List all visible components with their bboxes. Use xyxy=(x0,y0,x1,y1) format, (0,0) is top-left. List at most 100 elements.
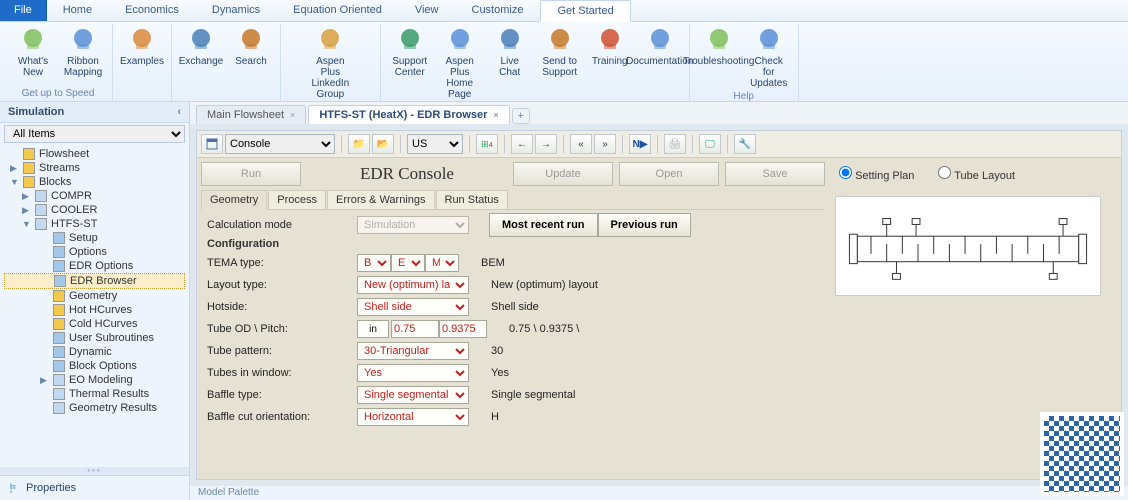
doctab-main-flowsheet[interactable]: Main Flowsheet× xyxy=(196,105,306,124)
cfg-dropdown[interactable]: 30-Triangular xyxy=(357,342,469,360)
calc-mode-label: Calculation mode xyxy=(207,219,357,231)
toolbar-wrench-icon[interactable]: 🔧 xyxy=(734,134,756,154)
ribbon-search[interactable]: Search xyxy=(228,24,274,69)
document-tabs: Main Flowsheet×HTFS-ST (HeatX) - EDR Bro… xyxy=(190,102,1128,124)
sidebar-splitter[interactable]: ••• xyxy=(0,467,189,475)
menu-tab-customize[interactable]: Customize xyxy=(456,0,541,21)
tema-e[interactable]: E ▾ xyxy=(391,254,425,272)
subtab-geometry[interactable]: Geometry xyxy=(201,190,267,210)
cfg-dropdown[interactable]: Shell side xyxy=(357,298,469,316)
tree-blocks[interactable]: ▼Blocks xyxy=(4,175,185,189)
cfg-dropdown[interactable]: Horizontal xyxy=(357,408,469,426)
tree-options[interactable]: Options xyxy=(4,245,185,259)
most-recent-run-button[interactable]: Most recent run xyxy=(489,213,598,237)
add-tab-button[interactable]: + xyxy=(512,108,530,124)
ribbon-what-s-new[interactable]: What's New xyxy=(10,24,56,80)
close-icon[interactable]: × xyxy=(290,110,295,120)
sidebar-filter-dropdown[interactable]: All Items xyxy=(4,125,185,143)
toolbar-first-icon[interactable]: « xyxy=(570,134,592,154)
cfg-dropdown[interactable]: Yes xyxy=(357,364,469,382)
ribbon-send-to-support[interactable]: Send to Support xyxy=(537,24,583,102)
tree-compr[interactable]: ▶COMPR xyxy=(4,189,185,203)
tree-htfs-st[interactable]: ▼HTFS-ST xyxy=(4,217,185,231)
ribbon-troubleshooting[interactable]: Troubleshooting xyxy=(696,24,742,91)
tema-b[interactable]: B ▾ xyxy=(357,254,391,272)
tube-pitch-input[interactable] xyxy=(439,320,487,338)
tree-edr-options[interactable]: EDR Options xyxy=(4,259,185,273)
update-button[interactable]: Update xyxy=(513,162,613,186)
subtab-errors-warnings[interactable]: Errors & Warnings xyxy=(327,190,434,209)
toolbar-back-icon[interactable]: ← xyxy=(511,134,533,154)
menu-tab-dynamics[interactable]: Dynamics xyxy=(196,0,277,21)
row-label: Tube pattern: xyxy=(207,345,357,357)
toolbar-grid-icon[interactable] xyxy=(201,134,223,154)
tree-hot-hcurves[interactable]: Hot HCurves xyxy=(4,303,185,317)
menu-tab-get-started[interactable]: Get Started xyxy=(540,0,630,22)
tree-dynamic[interactable]: Dynamic xyxy=(4,345,185,359)
simulation-sidebar: Simulation ‹ All Items Flowsheet▶Streams… xyxy=(0,102,190,500)
tree-block-options[interactable]: Block Options xyxy=(4,359,185,373)
save-button[interactable]: Save xyxy=(725,162,825,186)
tree-setup[interactable]: Setup xyxy=(4,231,185,245)
tema-m[interactable]: M ▾ xyxy=(425,254,459,272)
cfg-dropdown[interactable]: Single segmental xyxy=(357,386,469,404)
row-result: BEM xyxy=(481,257,505,269)
tree-geometry[interactable]: Geometry xyxy=(4,289,185,303)
menu-tab-home[interactable]: Home xyxy=(47,0,109,21)
run-button[interactable]: Run xyxy=(201,162,301,186)
ribbon-examples[interactable]: Examples xyxy=(119,24,165,69)
properties-panel-button[interactable]: Properties xyxy=(0,475,189,500)
ribbon-aspen-plus-linkedin-group[interactable]: Aspen Plus LinkedIn Group xyxy=(307,24,353,102)
tree-edr-browser[interactable]: EDR Browser xyxy=(4,273,185,289)
tree-cold-hcurves[interactable]: Cold HCurves xyxy=(4,317,185,331)
toolbar-grid-num-icon[interactable]: ⊞4 xyxy=(476,134,498,154)
tube-od-input[interactable] xyxy=(391,320,439,338)
toolbar-next-icon[interactable]: N▶ xyxy=(629,134,651,154)
toolbar-units-combo[interactable]: US xyxy=(407,134,463,154)
previous-run-button[interactable]: Previous run xyxy=(598,213,691,237)
ribbon-aspen-plus-home-page[interactable]: Aspen Plus Home Page xyxy=(437,24,483,102)
tree-thermal-results[interactable]: Thermal Results xyxy=(4,387,185,401)
open-button[interactable]: Open xyxy=(619,162,719,186)
row-result: 30 xyxy=(491,345,503,357)
subtab-process[interactable]: Process xyxy=(268,190,326,209)
tree-user-subroutines[interactable]: User Subroutines xyxy=(4,331,185,345)
menu-file[interactable]: File xyxy=(0,0,47,21)
status-bar: Model Palette xyxy=(190,486,1128,500)
unit-input[interactable] xyxy=(357,320,389,338)
toolbar-monitor-icon[interactable]: 🖵 xyxy=(699,134,721,154)
row-label: TEMA type: xyxy=(207,257,357,269)
tree-eo-modeling[interactable]: ▶EO Modeling xyxy=(4,373,185,387)
cfg-dropdown[interactable]: New (optimum) layout xyxy=(357,276,469,294)
tree-geometry-results[interactable]: Geometry Results xyxy=(4,401,185,415)
console-title: EDR Console xyxy=(307,164,507,184)
toolbar-print-icon[interactable]: 🖨 xyxy=(664,134,686,154)
ribbon: What's NewRibbon MappingGet up to SpeedE… xyxy=(0,22,1128,102)
tree-cooler[interactable]: ▶COOLER xyxy=(4,203,185,217)
menu-tab-equation-oriented[interactable]: Equation Oriented xyxy=(277,0,399,21)
ribbon-check-for-updates[interactable]: Check for Updates xyxy=(746,24,792,91)
close-icon[interactable]: × xyxy=(493,110,498,120)
ribbon-ribbon-mapping[interactable]: Ribbon Mapping xyxy=(60,24,106,80)
row-result: Shell side xyxy=(491,301,539,313)
doctab-htfs-st-heatx-edr-browser[interactable]: HTFS-ST (HeatX) - EDR Browser× xyxy=(308,105,509,124)
ribbon-exchange[interactable]: Exchange xyxy=(178,24,224,69)
sidebar-collapse-icon[interactable]: ‹ xyxy=(177,106,181,118)
ribbon-live-chat[interactable]: Live Chat xyxy=(487,24,533,102)
toolbar-folder-up-icon[interactable]: 📁 xyxy=(348,134,370,154)
ribbon-support-center[interactable]: Support Center xyxy=(387,24,433,102)
subtab-run-status[interactable]: Run Status xyxy=(436,190,508,209)
toolbar-console-combo[interactable]: Console xyxy=(225,134,335,154)
menu-tab-view[interactable]: View xyxy=(399,0,456,21)
tree-streams[interactable]: ▶Streams xyxy=(4,161,185,175)
ribbon-documentation[interactable]: Documentation xyxy=(637,24,683,102)
toolbar-forward-icon[interactable]: → xyxy=(535,134,557,154)
menubar: File HomeEconomicsDynamicsEquation Orien… xyxy=(0,0,1128,22)
tree-flowsheet[interactable]: Flowsheet xyxy=(4,147,185,161)
properties-label: Properties xyxy=(26,482,76,494)
toolbar-folder-tree-icon[interactable]: 📂 xyxy=(372,134,394,154)
setting-plan-radio[interactable]: Setting Plan xyxy=(839,166,914,182)
tube-layout-radio[interactable]: Tube Layout xyxy=(938,166,1015,182)
menu-tab-economics[interactable]: Economics xyxy=(109,0,196,21)
toolbar-last-icon[interactable]: » xyxy=(594,134,616,154)
